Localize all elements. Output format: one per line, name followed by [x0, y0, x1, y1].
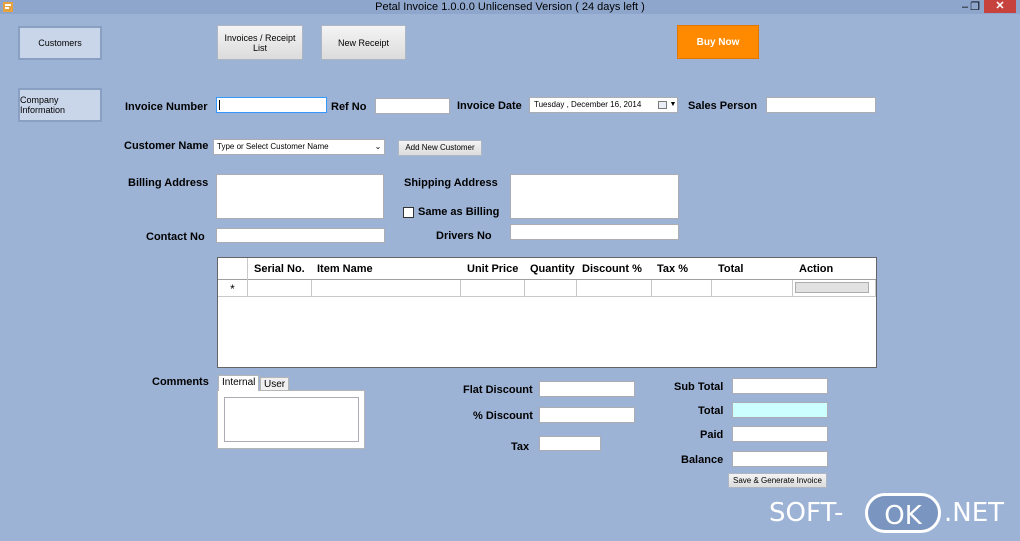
column-serial-no[interactable]: Serial No.: [254, 263, 305, 275]
chevron-down-icon[interactable]: ⌄: [372, 140, 384, 154]
chevron-down-icon[interactable]: ▼: [669, 98, 677, 112]
drivers-no-label: Drivers No: [436, 230, 492, 242]
balance-label: Balance: [681, 454, 724, 466]
comments-textarea[interactable]: [224, 397, 359, 442]
paid-label: Paid: [700, 429, 724, 441]
flat-discount-label: Flat Discount: [463, 384, 533, 396]
invoice-date-value: Tuesday , December 16, 2014: [534, 100, 642, 109]
window-title: Petal Invoice 1.0.0.0 Unlicensed Version…: [375, 1, 645, 13]
comments-label: Comments: [152, 376, 209, 388]
watermark-badge: OK: [865, 493, 941, 533]
restore-button[interactable]: ❐: [968, 0, 982, 14]
same-as-billing-label: Same as Billing: [418, 206, 500, 218]
new-row-quantity-cell[interactable]: [525, 280, 577, 297]
new-row-discount-cell[interactable]: [577, 280, 652, 297]
calendar-icon[interactable]: [658, 101, 667, 109]
column-discount-pct[interactable]: Discount %: [582, 263, 642, 275]
sales-person-label: Sales Person: [688, 100, 758, 112]
new-row-action-cell[interactable]: [793, 280, 876, 297]
column-action[interactable]: Action: [799, 263, 833, 275]
tax-input[interactable]: [539, 436, 601, 451]
watermark-soft: SOFT-: [769, 498, 844, 528]
shipping-address-textarea[interactable]: [510, 174, 679, 219]
tab-user[interactable]: User: [260, 377, 290, 391]
tax-label: Tax: [511, 441, 530, 453]
shipping-address-label: Shipping Address: [404, 177, 498, 189]
column-item-name[interactable]: Item Name: [317, 263, 373, 275]
invoice-number-input[interactable]: [216, 97, 327, 113]
drivers-no-input[interactable]: [510, 224, 679, 240]
pct-discount-input[interactable]: [539, 407, 635, 423]
same-as-billing-checkbox[interactable]: [403, 207, 414, 218]
comments-panel: [217, 390, 365, 449]
total-label: Total: [698, 405, 724, 417]
customer-name-label: Customer Name: [124, 140, 209, 152]
invoice-date-picker[interactable]: Tuesday , December 16, 2014 ▼: [529, 97, 678, 113]
tab-internal[interactable]: Internal: [218, 375, 260, 391]
close-button[interactable]: ✕: [984, 0, 1016, 13]
customer-name-value: Type or Select Customer Name: [217, 142, 329, 151]
invoice-number-label: Invoice Number: [125, 101, 208, 113]
paid-input[interactable]: [732, 426, 828, 442]
billing-address-textarea[interactable]: [216, 174, 384, 219]
total-input[interactable]: [732, 402, 828, 418]
items-grid[interactable]: Serial No. Item Name Unit Price Quantity…: [217, 257, 877, 368]
balance-input[interactable]: [732, 451, 828, 467]
sales-person-input[interactable]: [766, 97, 876, 113]
sub-total-input[interactable]: [732, 378, 828, 394]
buy-now-button[interactable]: Buy Now: [677, 25, 759, 59]
text-caret: [219, 100, 220, 110]
customer-name-combobox[interactable]: Type or Select Customer Name ⌄: [213, 139, 385, 155]
new-receipt-button[interactable]: New Receipt: [321, 25, 406, 60]
column-quantity[interactable]: Quantity: [530, 263, 575, 275]
new-row-serial-cell[interactable]: [248, 280, 312, 297]
billing-address-label: Billing Address: [128, 177, 209, 189]
flat-discount-input[interactable]: [539, 381, 635, 397]
customers-button[interactable]: Customers: [18, 26, 102, 60]
pct-discount-label: % Discount: [473, 410, 533, 422]
row-header-column: [218, 258, 248, 280]
column-tax-pct[interactable]: Tax %: [657, 263, 688, 275]
ref-no-label: Ref No: [331, 101, 367, 113]
company-information-button[interactable]: Company Information: [18, 88, 102, 122]
new-row-unit-price-cell[interactable]: [461, 280, 525, 297]
action-button[interactable]: [795, 282, 869, 293]
new-row-total-cell[interactable]: [712, 280, 793, 297]
sub-total-label: Sub Total: [674, 381, 724, 393]
column-total[interactable]: Total: [718, 263, 743, 275]
watermark-net: .NET: [944, 498, 1005, 528]
invoices-receipt-list-button[interactable]: Invoices / Receipt List: [217, 25, 303, 60]
new-row-item-cell[interactable]: [312, 280, 461, 297]
invoice-date-label: Invoice Date: [457, 100, 522, 112]
watermark-ok: OK: [884, 501, 922, 531]
save-generate-invoice-button[interactable]: Save & Generate Invoice: [728, 473, 827, 488]
column-unit-price[interactable]: Unit Price: [467, 263, 518, 275]
contact-no-label: Contact No: [146, 231, 205, 243]
ref-no-input[interactable]: [375, 98, 450, 114]
new-row-tax-cell[interactable]: [652, 280, 712, 297]
contact-no-input[interactable]: [216, 228, 385, 243]
new-row-marker: *: [218, 280, 248, 297]
add-new-customer-button[interactable]: Add New Customer: [398, 140, 482, 156]
